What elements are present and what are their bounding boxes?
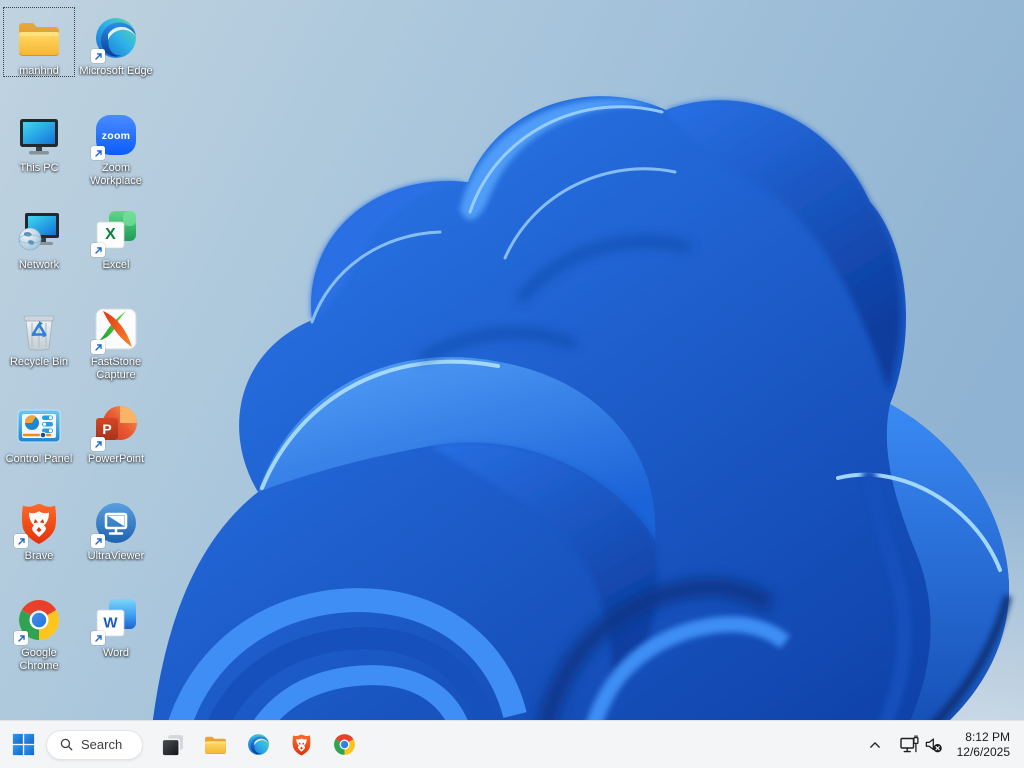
shortcut-arrow-icon — [14, 631, 28, 645]
search-icon — [60, 738, 73, 751]
tray-time: 8:12 PM — [965, 729, 1010, 744]
shortcut-arrow-icon — [91, 49, 105, 63]
windows-logo-icon — [10, 731, 37, 758]
desktop-icon-google-chrome[interactable]: Google Chrome — [1, 586, 77, 680]
network-sound-button[interactable] — [895, 725, 947, 765]
desktop-icon-recycle-bin[interactable]: Recycle Bin — [1, 295, 77, 389]
task-view-button[interactable] — [153, 725, 191, 765]
icon-label: Network — [18, 259, 60, 271]
desktop-icon-brave[interactable]: Brave — [1, 489, 77, 583]
chrome-icon — [14, 596, 63, 645]
icon-label: FastStone Capture — [90, 356, 142, 381]
shortcut-arrow-icon — [91, 340, 105, 354]
icon-label: Recycle Bin — [9, 356, 69, 368]
network-icon — [15, 208, 63, 256]
taskbar-tray: 8:12 PM 12/6/2025 — [861, 721, 1016, 768]
desktop-icon-zoom-workplace[interactable]: zoom Zoom Workplace — [78, 101, 154, 195]
this-pc-icon — [15, 111, 63, 159]
taskbar-search[interactable]: Search — [46, 729, 143, 760]
desktop-icon-network[interactable]: Network — [1, 198, 77, 292]
shortcut-arrow-icon — [14, 534, 28, 548]
ethernet-icon — [899, 734, 919, 752]
desktop-icon-powerpoint[interactable]: P PowerPoint — [78, 392, 154, 486]
brave-icon — [14, 499, 63, 548]
search-label: Search — [81, 737, 123, 752]
desktop: manhnd This PC Network Recycle Bin Contr — [0, 0, 1024, 768]
taskbar-clock[interactable]: 8:12 PM 12/6/2025 — [949, 730, 1016, 760]
icon-label: This PC — [19, 162, 59, 174]
edge-taskbar-button[interactable] — [239, 725, 277, 765]
excel-icon: X — [91, 208, 140, 257]
desktop-icon-ultraviewer[interactable]: UltraViewer — [78, 489, 154, 583]
desktop-icon-manhnd[interactable]: manhnd — [1, 4, 77, 98]
desktop-icon-excel[interactable]: X Excel — [78, 198, 154, 292]
shortcut-arrow-icon — [91, 243, 105, 257]
brave-taskbar-button[interactable] — [282, 725, 320, 765]
tray-overflow-button[interactable] — [861, 725, 889, 765]
desktop-icon-control-panel[interactable]: Control Panel — [1, 392, 77, 486]
word-icon: W — [91, 596, 140, 645]
desktop-icon-faststone-capture[interactable]: FastStone Capture — [78, 295, 154, 389]
control-panel-icon — [15, 402, 63, 450]
icon-label: Microsoft Edge — [79, 65, 153, 77]
chevron-up-icon — [869, 741, 880, 748]
file-explorer-icon — [203, 732, 228, 757]
task-view-icon — [160, 732, 185, 757]
shortcut-arrow-icon — [91, 437, 105, 451]
powerpoint-icon: P — [91, 402, 140, 451]
edge-icon — [91, 14, 140, 63]
brave-icon — [289, 732, 314, 757]
desktop-icon-microsoft-edge[interactable]: Microsoft Edge — [78, 4, 154, 98]
icon-label: Google Chrome — [19, 647, 59, 672]
chrome-icon — [332, 732, 357, 757]
taskbar-left: Search — [4, 721, 363, 768]
start-button[interactable] — [4, 725, 42, 765]
desktop-icon-this-pc[interactable]: This PC — [1, 101, 77, 195]
chrome-taskbar-button[interactable] — [325, 725, 363, 765]
shortcut-arrow-icon — [91, 534, 105, 548]
icon-label: UltraViewer — [87, 550, 145, 562]
shortcut-arrow-icon — [91, 146, 105, 160]
shortcut-arrow-icon — [91, 631, 105, 645]
faststone-icon — [91, 305, 140, 354]
ultraviewer-icon — [91, 499, 140, 548]
taskbar: Search 8:12 PM 12/6/2025 — [0, 720, 1024, 768]
file-explorer-button[interactable] — [196, 725, 234, 765]
icon-label: Zoom Workplace — [90, 162, 142, 187]
folder-icon — [15, 14, 63, 62]
zoom-icon: zoom — [91, 111, 140, 160]
icon-label: Word — [102, 647, 130, 659]
recycle-bin-icon — [15, 305, 63, 353]
icon-label: Excel — [102, 259, 130, 271]
desktop-icon-word[interactable]: W Word — [78, 586, 154, 680]
icon-label: PowerPoint — [87, 453, 145, 465]
icon-label: Control Panel — [5, 453, 73, 465]
volume-muted-icon — [925, 738, 942, 753]
tray-date: 12/6/2025 — [956, 744, 1010, 759]
edge-icon — [246, 732, 271, 757]
icon-label: Brave — [24, 550, 54, 562]
